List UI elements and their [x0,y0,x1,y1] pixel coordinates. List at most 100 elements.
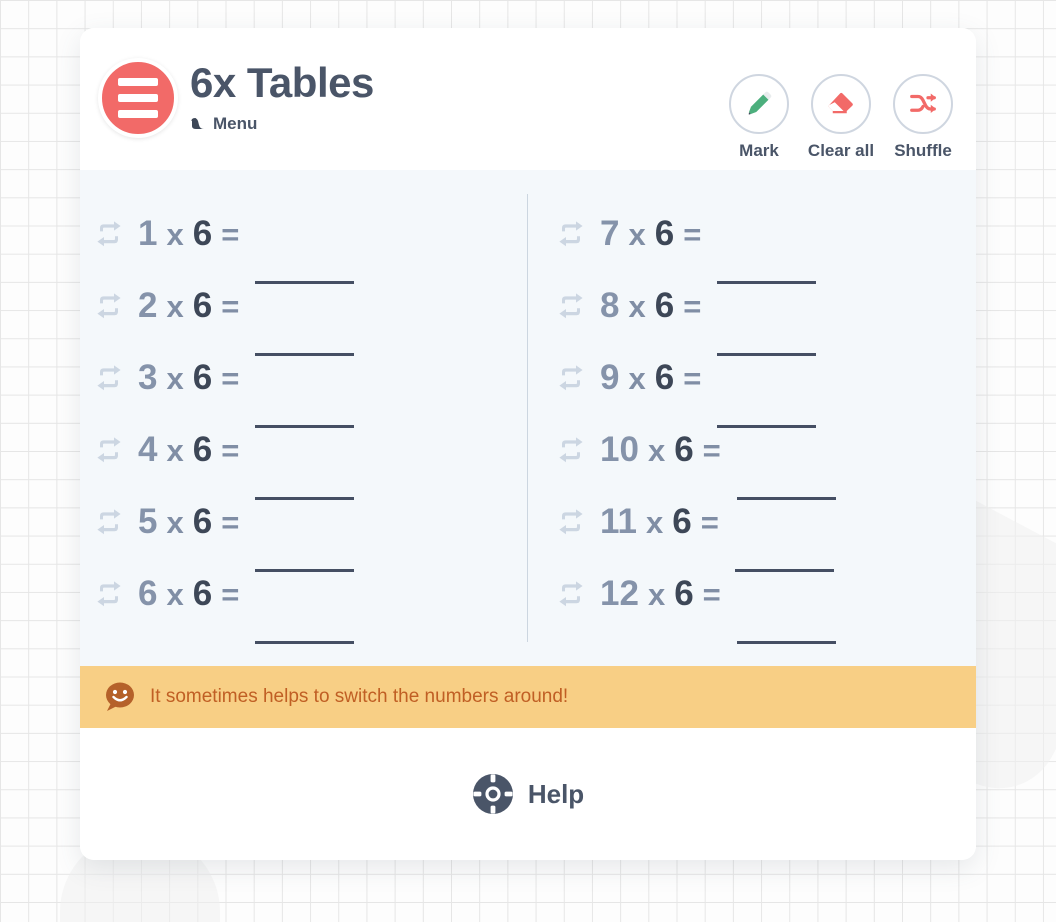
mark-button[interactable]: Mark [728,74,790,161]
mark-button-label: Mark [739,141,779,160]
swap-numbers-button[interactable] [90,365,128,391]
hamburger-icon-bar [118,94,158,102]
base-number: 6 [674,430,694,469]
clear-all-button-circle [811,74,871,134]
multiply-operator: x [166,217,184,252]
base-number: 6 [674,574,694,613]
swap-arrows-icon [559,509,583,535]
smiley-speech-bubble-icon [106,682,134,711]
page-title: 6x Tables [190,59,374,106]
shuffle-button-circle [893,74,953,134]
answer-input[interactable] [255,455,355,500]
swap-arrows-icon [559,437,583,463]
multiplier: 12 [600,574,639,613]
clear-all-button[interactable]: Clear all [807,74,875,161]
multiply-operator: x [647,433,666,468]
equation: 11 x 6 = [600,502,719,542]
multiplier: 10 [600,430,639,469]
swap-numbers-button[interactable] [552,293,590,319]
multiplier: 4 [138,430,158,469]
equation: 12 x 6 = [600,574,721,614]
swap-numbers-button[interactable] [552,509,590,535]
answer-input[interactable] [736,455,836,500]
equation: 4 x 6 = [138,430,239,470]
multiplier: 5 [138,502,158,541]
questions-column-left: 1 x 6 = 2 x 6 = 3 x 6 = 4 x 6 = 5 x 6 = 6 x 6 = [80,170,528,666]
menu-link[interactable]: Menu [190,114,374,134]
life-ring-icon [472,774,513,814]
swap-arrows-icon [97,365,121,391]
base-number: 6 [192,358,213,397]
equals-sign: = [221,361,240,396]
swap-numbers-button[interactable] [90,293,128,319]
swap-arrows-icon [97,221,121,247]
equation: 10 x 6 = [600,430,721,470]
answer-input[interactable] [734,527,834,572]
question-row: 1 x 6 = [80,198,528,284]
swap-arrows-icon [97,509,121,535]
base-number: 6 [672,502,692,541]
answer-input[interactable] [717,311,817,356]
multiply-operator: x [166,361,184,396]
swap-numbers-button[interactable] [90,221,128,247]
equals-sign: = [700,505,719,540]
answer-input[interactable] [255,527,355,572]
questions-area: 1 x 6 = 2 x 6 = 3 x 6 = 4 x 6 = 5 x 6 = 6 x 6 = 7 x 6 = 8 x 6 = 9 x 6 = 10 x… [80,170,976,666]
card-header: 6x Tables Menu Mark Clear all Shuffle [80,28,976,170]
equals-sign: = [221,577,240,612]
swap-numbers-button[interactable] [90,437,128,463]
answer-input[interactable] [717,383,817,428]
multiplier: 6 [138,574,158,613]
pencil-icon [748,91,772,115]
equation: 6 x 6 = [138,574,239,614]
swap-numbers-button[interactable] [90,581,128,607]
equals-sign: = [683,217,702,252]
multiply-operator: x [166,289,184,324]
answer-input[interactable] [255,383,355,428]
equation: 9 x 6 = [600,358,701,398]
mark-button-circle [729,74,789,134]
swap-numbers-button[interactable] [552,437,590,463]
equation: 2 x 6 = [138,286,239,326]
menu-button[interactable] [98,58,178,138]
multiplier: 3 [138,358,158,397]
answer-input[interactable] [255,599,355,644]
multiplier: 1 [138,214,158,253]
answer-input[interactable] [255,311,355,356]
swap-arrows-icon [97,293,121,319]
answer-input[interactable] [255,239,355,284]
equation: 1 x 6 = [138,214,239,254]
multiply-operator: x [628,289,646,324]
back-arrow-icon [191,117,204,129]
eraser-icon [828,92,853,114]
base-number: 6 [654,358,675,397]
base-number: 6 [654,286,675,325]
answer-input[interactable] [717,239,817,284]
multiply-operator: x [166,433,184,468]
equals-sign: = [702,577,721,612]
base-number: 6 [192,502,213,541]
multiply-operator: x [646,505,664,540]
question-row: 7 x 6 = [528,198,976,284]
swap-numbers-button[interactable] [552,365,590,391]
swap-numbers-button[interactable] [90,509,128,535]
base-number: 6 [654,214,675,253]
base-number: 6 [192,286,213,325]
help-button[interactable]: Help [472,773,584,815]
answer-input[interactable] [736,599,836,644]
multiply-operator: x [647,577,666,612]
multiply-operator: x [166,577,184,612]
equals-sign: = [221,289,240,324]
base-number: 6 [192,214,213,253]
worksheet-card: 6x Tables Menu Mark Clear all Shuffle 1 … [80,28,976,860]
card-footer: Help [80,728,976,860]
hint-banner: It sometimes helps to switch the numbers… [80,666,976,728]
swap-arrows-icon [97,581,121,607]
help-button-label: Help [527,778,585,809]
equation: 7 x 6 = [600,214,701,254]
swap-numbers-button[interactable] [552,221,590,247]
swap-numbers-button[interactable] [552,581,590,607]
clear-all-button-label: Clear all [807,141,875,160]
shuffle-button[interactable]: Shuffle [892,74,954,161]
equals-sign: = [221,433,240,468]
